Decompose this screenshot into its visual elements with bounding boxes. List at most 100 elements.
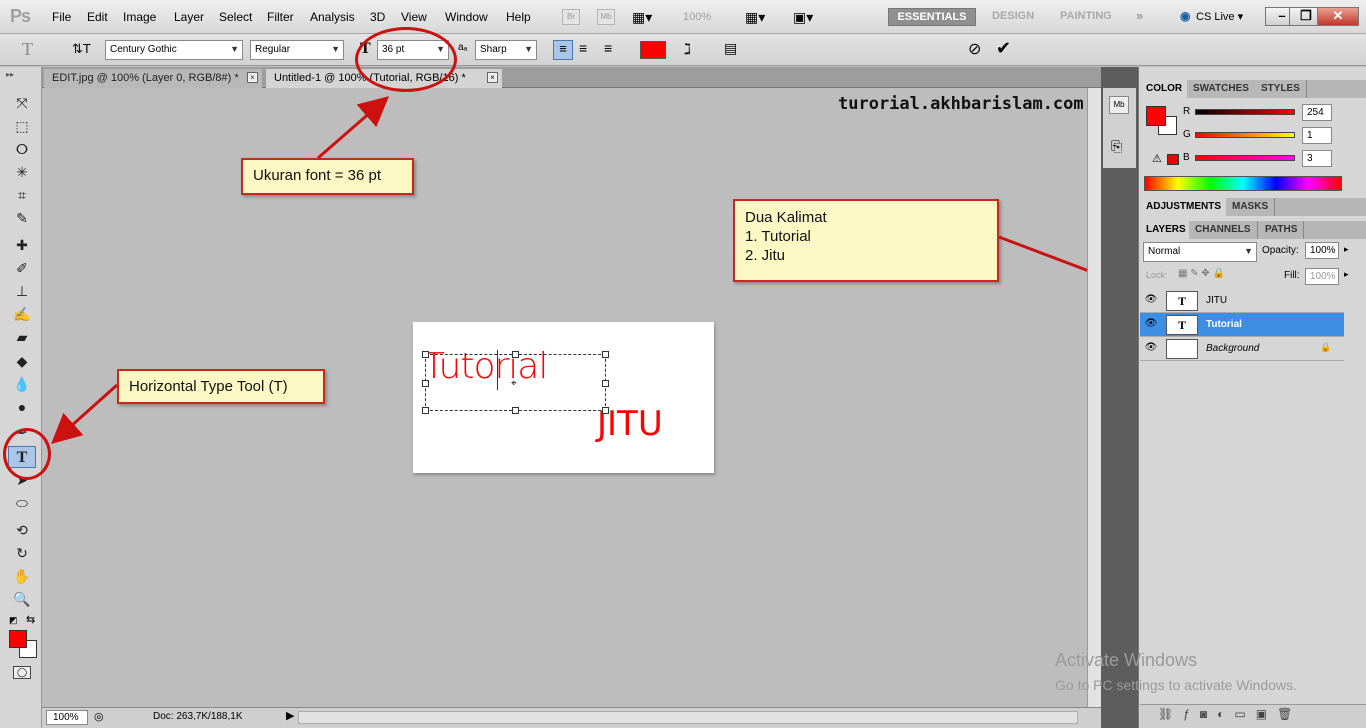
tool-preset-icon[interactable]: T xyxy=(22,39,33,60)
tab-edit-jpg[interactable]: EDIT.jpg @ 100% (Layer 0, RGB/8#) * × xyxy=(44,69,262,88)
transform-handle[interactable] xyxy=(602,380,609,387)
transform-handle[interactable] xyxy=(512,407,519,414)
tab-swatches[interactable]: SWATCHES xyxy=(1187,80,1256,98)
gamut-color-swatch[interactable] xyxy=(1167,154,1179,165)
g-slider[interactable] xyxy=(1195,132,1295,138)
clone-stamp-tool-icon[interactable]: ⊥ xyxy=(8,280,36,302)
move-tool-icon[interactable]: ⤧ xyxy=(8,92,36,114)
text-orientation-icon[interactable]: ⇅T xyxy=(72,41,91,57)
opacity-field[interactable]: 100% xyxy=(1305,242,1339,259)
r-slider[interactable] xyxy=(1195,109,1295,115)
menu-image[interactable]: Image xyxy=(123,10,156,24)
menu-3d[interactable]: 3D xyxy=(370,10,385,24)
panel-fg-color-swatch[interactable] xyxy=(1146,106,1166,126)
lock-icons[interactable]: ▦ ✎ ✥ 🔒 xyxy=(1178,268,1225,279)
fill-field[interactable]: 100% xyxy=(1305,268,1339,285)
font-style-select[interactable]: Regular ▼ xyxy=(250,40,344,60)
marquee-tool-icon[interactable]: ⬚ xyxy=(8,115,36,137)
transform-handle[interactable] xyxy=(602,407,609,414)
foreground-color-swatch[interactable] xyxy=(9,630,27,648)
menu-view[interactable]: View xyxy=(401,10,427,24)
eyedropper-tool-icon[interactable]: ✎ xyxy=(8,207,36,229)
warp-text-icon[interactable]: ℷ xyxy=(684,40,691,58)
workspace-essentials[interactable]: ESSENTIALS xyxy=(888,8,976,26)
color-ramp[interactable] xyxy=(1144,176,1342,191)
menu-help[interactable]: Help xyxy=(506,10,531,24)
close-tab-icon[interactable]: × xyxy=(487,72,498,83)
gamut-warning-icon[interactable]: ⚠ xyxy=(1152,152,1162,165)
fill-arrow-icon[interactable]: ▸ xyxy=(1344,269,1349,280)
magic-wand-tool-icon[interactable]: ✳ xyxy=(8,161,36,183)
antialias-select[interactable]: Sharp ▼ xyxy=(475,40,537,60)
font-family-select[interactable]: Century Gothic ▼ xyxy=(105,40,243,60)
zoom-tool-icon[interactable]: 🔍 xyxy=(8,588,36,610)
blur-tool-icon[interactable]: 💧 xyxy=(8,373,36,395)
character-panel-icon[interactable]: ▤ xyxy=(724,40,737,57)
r-value-field[interactable]: 254 xyxy=(1302,104,1332,121)
menu-window[interactable]: Window xyxy=(445,10,488,24)
close-window-button[interactable]: ✕ xyxy=(1317,7,1359,26)
tab-masks[interactable]: MASKS xyxy=(1226,198,1276,216)
tab-styles[interactable]: STYLES xyxy=(1255,80,1307,98)
lasso-tool-icon[interactable]: ⵔ xyxy=(8,138,36,160)
arrange-documents-icon[interactable]: ▦▾ xyxy=(745,9,765,26)
align-left-button[interactable]: ≡ xyxy=(553,40,573,60)
opacity-arrow-icon[interactable]: ▸ xyxy=(1344,244,1349,255)
eye-icon[interactable]: 👁 xyxy=(1144,342,1158,356)
blend-mode-select[interactable]: Normal ▼ xyxy=(1143,242,1257,262)
text-bounding-box[interactable]: ⌖ xyxy=(422,351,609,414)
swap-colors-icon[interactable]: ⇆ xyxy=(26,613,35,626)
eye-icon[interactable]: 👁 xyxy=(1144,318,1158,332)
b-value-field[interactable]: 3 xyxy=(1302,150,1332,167)
tab-paths[interactable]: PATHS xyxy=(1259,221,1305,239)
transform-handle[interactable] xyxy=(602,351,609,358)
transform-handle[interactable] xyxy=(512,351,519,358)
crop-tool-icon[interactable]: ⌗ xyxy=(8,184,36,206)
hand-tool-icon[interactable]: ✋ xyxy=(8,565,36,587)
view-extras-icon[interactable]: ▦▾ xyxy=(632,9,652,26)
status-menu-arrow-icon[interactable]: ▶ xyxy=(286,709,294,722)
brush-tool-icon[interactable]: ✐ xyxy=(8,257,36,279)
layer-row-tutorial[interactable]: 👁 T Tutorial xyxy=(1140,313,1344,337)
quick-mask-icon[interactable]: ◯ xyxy=(13,666,31,679)
zoom-level[interactable]: 100% xyxy=(683,11,711,23)
toolbox-collapse-icon[interactable]: ▸▸ xyxy=(6,70,14,79)
menu-select[interactable]: Select xyxy=(219,10,252,24)
canvas-horizontal-scrollbar[interactable] xyxy=(298,711,1078,724)
canvas-vertical-scrollbar[interactable] xyxy=(1087,88,1101,707)
align-center-button[interactable]: ≡ xyxy=(579,40,587,56)
3d-rotate-tool-icon[interactable]: ⟲ xyxy=(8,519,36,541)
workspace-design[interactable]: DESIGN xyxy=(984,8,1042,26)
tab-color[interactable]: COLOR xyxy=(1140,80,1190,98)
status-info-icon[interactable]: ◎ xyxy=(94,710,104,723)
more-workspaces-icon[interactable]: » xyxy=(1136,8,1143,23)
tab-channels[interactable]: CHANNELS xyxy=(1189,221,1258,239)
paint-bucket-tool-icon[interactable]: ◆ xyxy=(8,350,36,372)
tab-adjustments[interactable]: ADJUSTMENTS xyxy=(1140,198,1229,216)
layer-row-background[interactable]: 👁 Background 🔒 xyxy=(1140,337,1344,361)
menu-edit[interactable]: Edit xyxy=(87,10,108,24)
workspace-painting[interactable]: PAINTING xyxy=(1052,8,1120,26)
mini-bridge-panel-icon[interactable]: Mb xyxy=(1109,96,1129,114)
history-panel-icon[interactable]: ⎘ xyxy=(1111,138,1122,155)
text-color-swatch[interactable] xyxy=(640,41,666,59)
menu-analysis[interactable]: Analysis xyxy=(310,10,355,24)
eraser-tool-icon[interactable]: ▰ xyxy=(8,326,36,348)
healing-brush-tool-icon[interactable]: ✚ xyxy=(8,234,36,256)
close-tab-icon[interactable]: × xyxy=(247,72,258,83)
mini-bridge-button[interactable]: Mb xyxy=(597,9,615,25)
transform-handle[interactable] xyxy=(422,351,429,358)
dodge-tool-icon[interactable]: ● xyxy=(8,396,36,418)
screen-mode-icon[interactable]: ▣▾ xyxy=(793,9,813,26)
eye-icon[interactable]: 👁 xyxy=(1144,294,1158,308)
layer-row-jitu[interactable]: 👁 T JITU xyxy=(1140,289,1344,313)
status-zoom-field[interactable]: 100% xyxy=(46,710,88,725)
menu-file[interactable]: File xyxy=(52,10,71,24)
align-right-button[interactable]: ≡ xyxy=(604,40,612,56)
bridge-button[interactable]: Br xyxy=(562,9,580,25)
tab-layers[interactable]: LAYERS xyxy=(1140,221,1193,239)
layers-footer-icons[interactable]: ⛓ƒ◙◐▭▣🗑 xyxy=(1158,707,1302,721)
cancel-edit-icon[interactable]: ⊘ xyxy=(968,39,981,59)
cs-live-menu[interactable]: CS Live ▾ xyxy=(1196,10,1243,23)
transform-handle[interactable] xyxy=(422,407,429,414)
